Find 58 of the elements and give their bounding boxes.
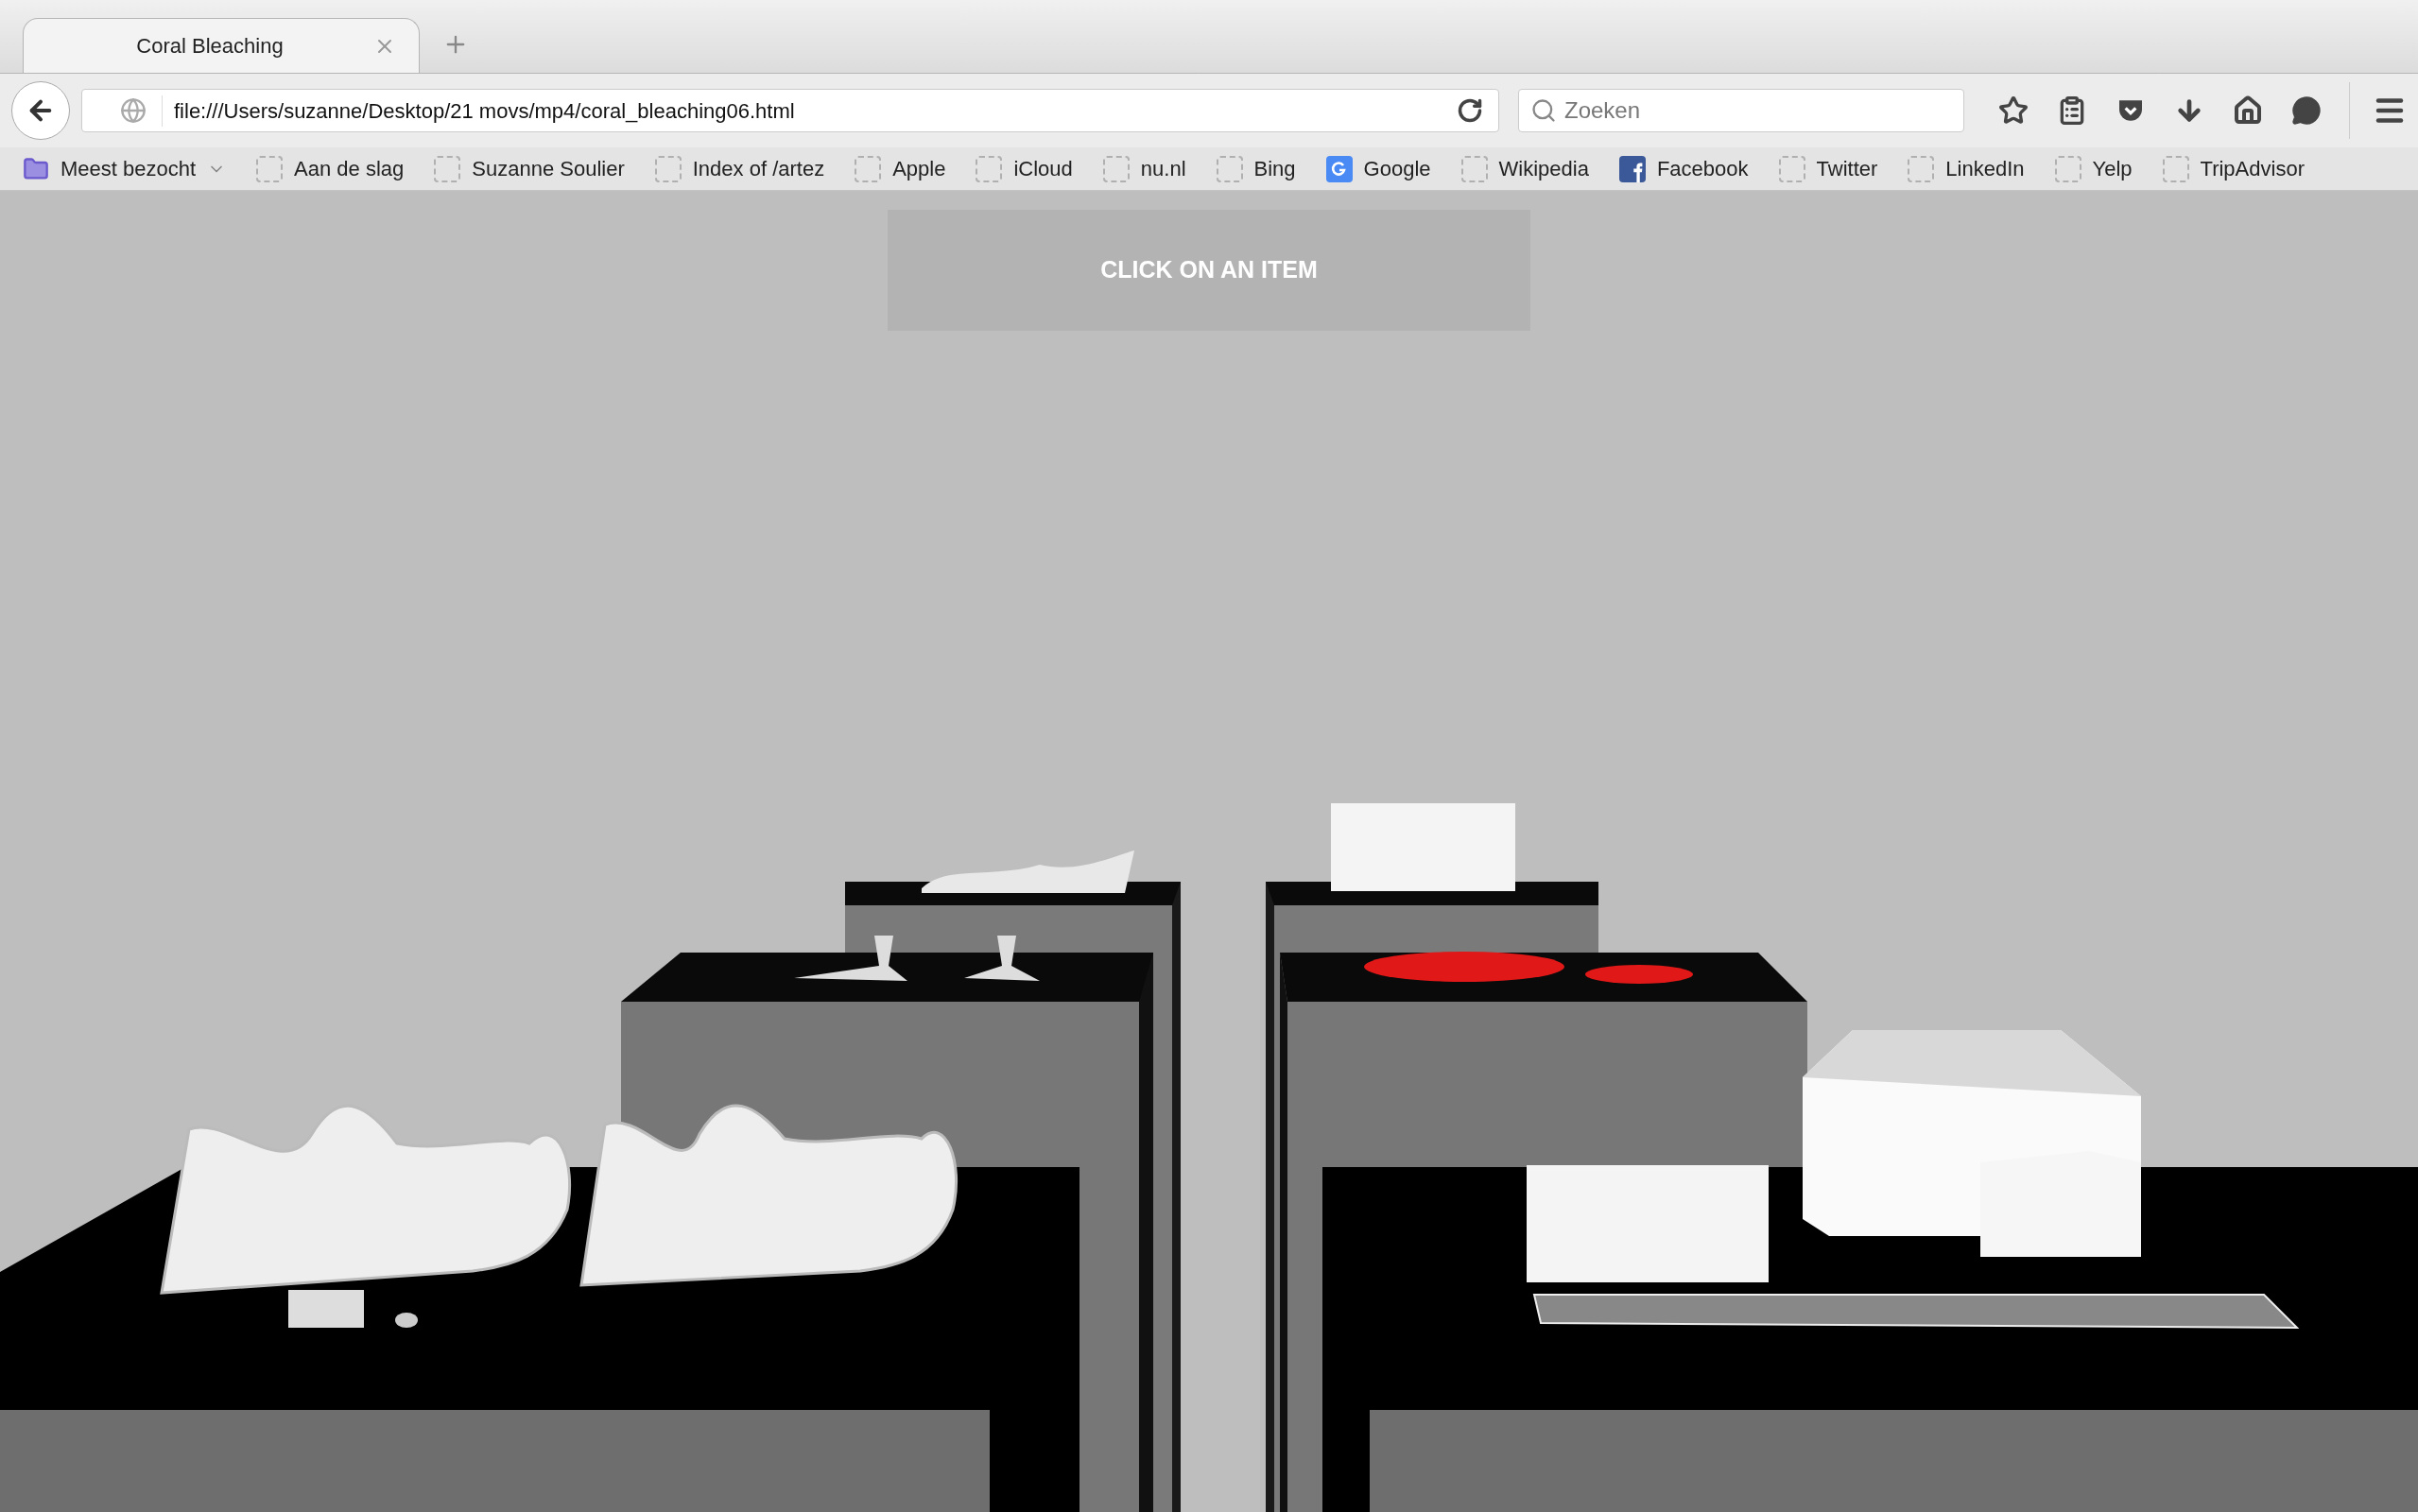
bookmark-label: Suzanne Soulier [472,156,625,182]
f-logo-icon [1618,155,1646,182]
bookmark-label: Facebook [1656,156,1749,182]
star-icon[interactable] [1998,95,2029,126]
bookmark-link[interactable]: nu.nl [1102,153,1186,184]
bookmark-link[interactable]: Facebook [1618,153,1749,184]
page-icon [1460,155,1488,182]
bookmark-link[interactable]: Google [1325,153,1431,184]
bookmark-link[interactable]: Suzanne Soulier [434,153,625,184]
bookmark-label: Index of /artez [692,156,825,182]
bookmark-link[interactable]: Bing [1216,153,1296,184]
bookmark-link[interactable]: Wikipedia [1460,153,1589,184]
home-icon[interactable] [2233,95,2263,126]
page-icon [1102,155,1130,182]
page-icon [976,155,1003,182]
bookmark-link[interactable]: Index of /artez [654,153,825,184]
reload-icon[interactable] [1457,97,1483,124]
instruction-text: CLICK ON AN ITEM [1100,255,1318,285]
url-text: file:///Users/suzanne/Desktop/21 movs/mp4/coral_bleaching06.html [162,94,1442,127]
page-icon [1908,155,1935,182]
folder-icon [23,155,49,182]
page-icon [855,155,882,182]
page-icon [1778,155,1805,182]
bookmark-label: Wikipedia [1498,156,1589,182]
page-icon [1216,155,1243,182]
bookmark-link[interactable]: TripAdvisor [2162,153,2305,184]
bookmark-link[interactable]: LinkedIn [1908,153,2025,184]
search-field[interactable]: Zoeken [1518,89,1964,132]
tab-title: Coral Bleaching [135,33,285,60]
bookmark-link[interactable]: Yelp [2054,153,2133,184]
globe-icon [120,97,147,124]
page-icon [256,155,284,182]
page-icon [434,155,461,182]
bookmark-label: Google [1363,156,1431,182]
bookmark-link[interactable]: Meest bezocht [23,153,227,184]
bookmark-label: nu.nl [1140,156,1186,182]
g-logo-icon [1325,155,1353,182]
page-icon [2162,155,2189,182]
bookmark-label: iCloud [1013,156,1073,182]
bookmark-link[interactable]: Apple [855,153,946,184]
bookmark-label: Yelp [2092,156,2133,182]
chat-icon[interactable] [2291,95,2322,126]
page-icon [654,155,682,182]
bookmark-label: Aan de slag [294,156,405,182]
search-input[interactable]: Zoeken [1564,94,1952,128]
bookmark-label: Apple [892,156,946,182]
bookmark-label: LinkedIn [1945,156,2025,182]
bookmark-label: Meest bezocht [60,156,197,182]
bookmark-link[interactable]: iCloud [976,153,1073,184]
address-field[interactable]: file:///Users/suzanne/Desktop/21 movs/mp4/coral_bleaching06.html [81,89,1499,132]
bookmark-label: Bing [1253,156,1296,182]
bookmark-label: TripAdvisor [2200,156,2305,182]
browser-tab[interactable]: Coral Bleaching [23,18,420,73]
bookmark-label: Twitter [1816,156,1878,182]
bookmark-link[interactable]: Aan de slag [256,153,405,184]
page-icon [2054,155,2081,182]
search-icon [1530,97,1557,124]
bookmark-link[interactable]: Twitter [1778,153,1878,184]
